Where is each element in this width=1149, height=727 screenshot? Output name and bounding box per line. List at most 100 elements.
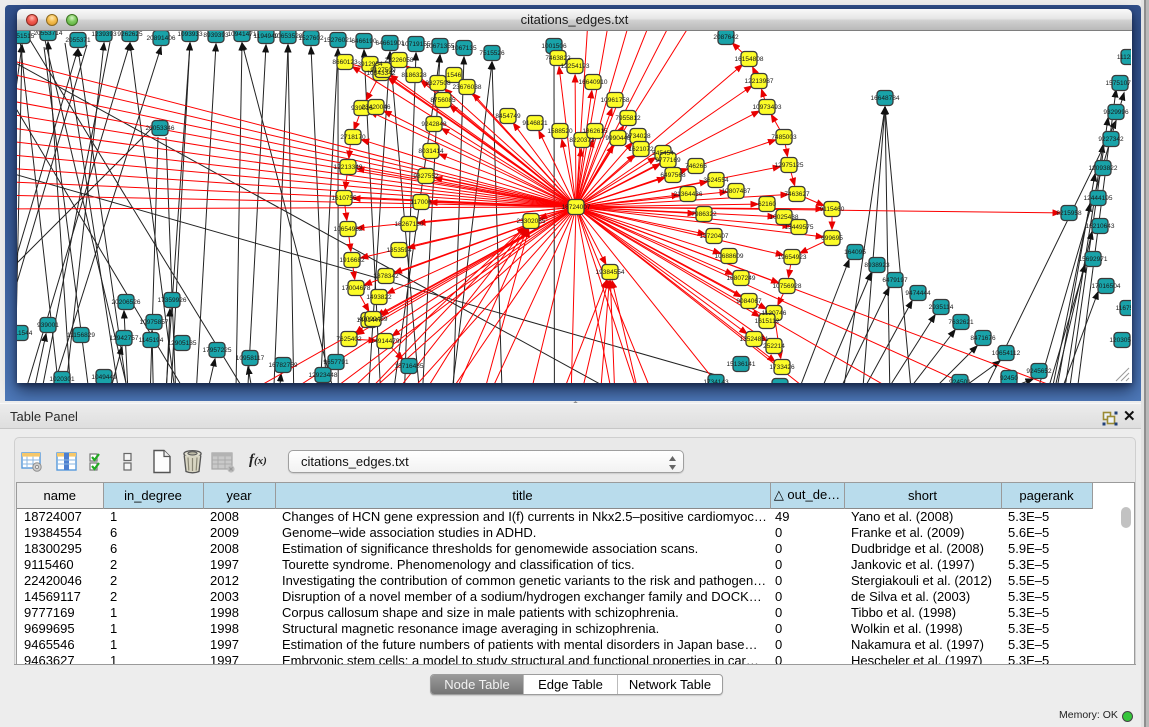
svg-text:8031414: 8031414 xyxy=(418,148,444,155)
svg-text:16154808: 16154808 xyxy=(735,56,764,63)
svg-text:10654982: 10654982 xyxy=(334,226,363,233)
svg-text:7463822: 7463822 xyxy=(545,55,571,62)
svg-text:9146821: 9146821 xyxy=(522,120,548,127)
svg-text:19654923: 19654923 xyxy=(778,254,807,261)
svg-text:16210643: 16210643 xyxy=(1086,223,1115,230)
svg-text:1916682: 1916682 xyxy=(339,257,365,264)
svg-text:15276021: 15276021 xyxy=(324,37,353,44)
svg-text:15136141: 15136141 xyxy=(727,361,756,368)
svg-text:8660123: 8660123 xyxy=(332,59,358,66)
svg-text:6466190: 6466190 xyxy=(351,38,377,45)
svg-text:2935114: 2935114 xyxy=(929,304,954,311)
svg-text:3624554: 3624554 xyxy=(703,177,729,184)
svg-text:10654112: 10654112 xyxy=(992,350,1021,357)
svg-text:64661901: 64661901 xyxy=(376,40,405,47)
svg-text:1239393: 1239393 xyxy=(91,31,117,38)
svg-text:16782759: 16782759 xyxy=(269,362,298,369)
svg-text:23676038: 23676038 xyxy=(453,84,482,91)
svg-text:12905135: 12905135 xyxy=(168,340,197,347)
svg-text:1588520: 1588520 xyxy=(547,128,573,135)
svg-text:9242848: 9242848 xyxy=(421,121,447,128)
svg-text:17957225: 17957225 xyxy=(203,347,232,354)
svg-text:924501: 924501 xyxy=(949,379,971,383)
svg-text:1527602: 1527602 xyxy=(298,35,324,42)
svg-text:12213987: 12213987 xyxy=(745,78,774,85)
svg-text:7515526: 7515526 xyxy=(479,50,505,57)
svg-text:8471676: 8471676 xyxy=(970,335,996,342)
svg-text:1353594: 1353594 xyxy=(386,247,412,254)
svg-text:1615112: 1615112 xyxy=(755,318,780,325)
svg-text:15692971: 15692971 xyxy=(1079,256,1108,263)
svg-text:164095: 164095 xyxy=(844,249,866,256)
svg-text:746266: 746266 xyxy=(685,163,707,170)
svg-text:17004678: 17004678 xyxy=(342,285,371,292)
svg-text:16648784: 16648784 xyxy=(871,95,900,102)
svg-text:1203054: 1203054 xyxy=(1109,337,1131,344)
svg-text:10973493: 10973493 xyxy=(753,104,782,111)
svg-text:11156829: 11156829 xyxy=(67,332,95,339)
svg-text:9777169: 9777169 xyxy=(655,157,681,164)
svg-text:15751074: 15751074 xyxy=(1106,80,1131,87)
svg-text:1120746: 1120746 xyxy=(762,310,787,317)
svg-text:9474444: 9474444 xyxy=(905,290,931,297)
svg-text:117006: 117006 xyxy=(410,199,432,206)
svg-text:10025438: 10025438 xyxy=(770,214,799,221)
svg-text:545454: 545454 xyxy=(652,150,674,157)
svg-text:1610755: 1610755 xyxy=(331,195,357,202)
svg-text:3878342: 3878342 xyxy=(373,273,399,280)
svg-text:9245652: 9245652 xyxy=(1026,368,1052,375)
svg-text:10807487: 10807487 xyxy=(722,188,751,195)
svg-text:1734143: 1734143 xyxy=(703,379,729,383)
svg-text:939001: 939001 xyxy=(37,322,59,329)
svg-text:8939393: 8939393 xyxy=(203,32,229,39)
svg-text:699695: 699695 xyxy=(821,235,843,242)
svg-text:10941471: 10941471 xyxy=(228,31,257,38)
svg-text:23226058: 23226058 xyxy=(385,57,414,64)
svg-text:10975857: 10975857 xyxy=(140,319,169,326)
svg-text:9227342: 9227342 xyxy=(1098,136,1124,143)
svg-text:10688609: 10688609 xyxy=(715,253,744,260)
svg-text:8186328: 8186328 xyxy=(401,72,427,79)
svg-text:13524851: 13524851 xyxy=(740,336,769,343)
svg-text:23420046: 23420046 xyxy=(362,104,391,111)
svg-text:7463627: 7463627 xyxy=(784,191,810,198)
svg-text:21364436: 21364436 xyxy=(674,191,703,198)
svg-text:1067135: 1067135 xyxy=(451,45,477,52)
svg-text:9329996: 9329996 xyxy=(1103,109,1129,116)
svg-text:12444195: 12444195 xyxy=(1084,195,1113,202)
svg-text:10756928: 10756928 xyxy=(773,283,802,290)
svg-text:1546: 1546 xyxy=(447,72,462,79)
svg-text:1020301: 1020301 xyxy=(49,376,75,383)
svg-text:12942757: 12942757 xyxy=(110,335,139,342)
svg-text:8938923: 8938923 xyxy=(864,262,890,269)
svg-text:2718170: 2718170 xyxy=(340,134,366,141)
svg-text:1112525: 1112525 xyxy=(1117,54,1131,61)
svg-text:20053346: 20053346 xyxy=(146,125,175,132)
svg-text:9127509: 9127509 xyxy=(370,67,396,74)
svg-text:9262625: 9262625 xyxy=(117,31,143,38)
svg-text:12213349: 12213349 xyxy=(334,164,363,171)
svg-text:6497568: 6497568 xyxy=(660,172,686,179)
svg-text:7625402: 7625402 xyxy=(336,336,362,343)
svg-text:40099489: 40099489 xyxy=(359,316,388,323)
svg-text:7632621: 7632621 xyxy=(948,319,974,326)
svg-text:8220373: 8220373 xyxy=(569,137,595,144)
svg-text:1362615: 1362615 xyxy=(582,128,608,135)
svg-text:23302035: 23302035 xyxy=(517,218,546,225)
svg-text:62160: 62160 xyxy=(758,201,776,208)
svg-text:2055371: 2055371 xyxy=(65,37,91,44)
svg-text:9827552: 9827552 xyxy=(413,173,439,180)
svg-text:7986322: 7986322 xyxy=(691,211,717,218)
svg-text:9115460: 9115460 xyxy=(820,206,845,213)
svg-text:8454749: 8454749 xyxy=(495,113,521,120)
svg-text:16640910: 16640910 xyxy=(579,79,608,86)
svg-text:1493822: 1493822 xyxy=(366,294,392,301)
svg-text:13449575: 13449575 xyxy=(785,224,814,231)
svg-text:9734028: 9734028 xyxy=(625,133,651,140)
svg-text:17016504: 17016504 xyxy=(1092,283,1121,290)
svg-text:1733426: 1733426 xyxy=(769,364,795,371)
svg-text:10958117: 10958117 xyxy=(236,355,265,362)
svg-text:92450: 92450 xyxy=(1000,375,1018,382)
svg-text:9084067: 9084067 xyxy=(736,298,762,305)
svg-text:12975125: 12975125 xyxy=(775,162,804,169)
